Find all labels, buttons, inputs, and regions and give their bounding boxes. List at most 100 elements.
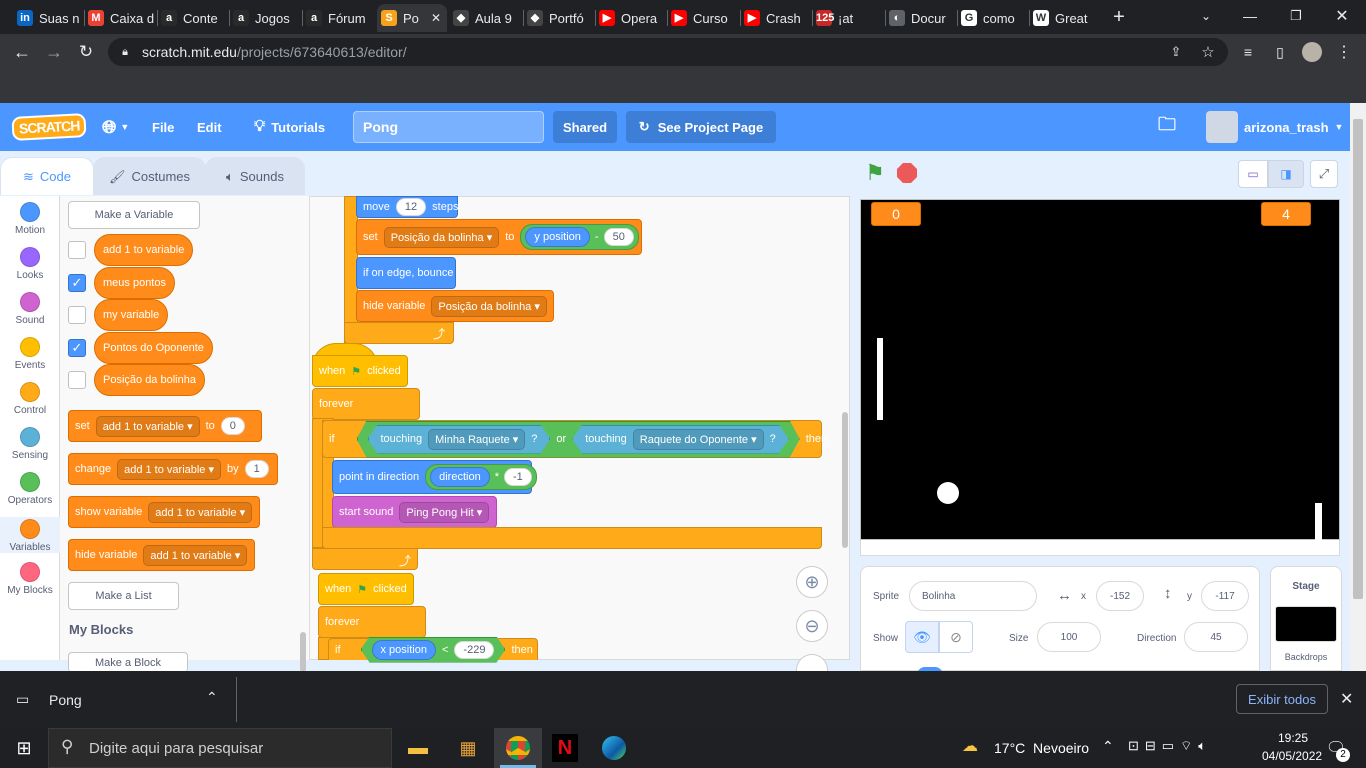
hide-variable-block[interactable]: hide variable Posição da bolinha (356, 290, 554, 322)
when-flag-clicked-block[interactable]: when ⚑ clicked (318, 573, 414, 605)
variable-dropdown[interactable]: Posição da bolinha (383, 226, 500, 248)
edge-icon[interactable] (602, 736, 626, 760)
stop-button[interactable] (897, 163, 917, 183)
category-variables[interactable]: Variables (0, 517, 60, 553)
browser-tab[interactable]: S Po ✕ (377, 4, 447, 32)
make-block-button[interactable]: Make a Block (68, 652, 188, 672)
reload-icon[interactable]: ↻ (76, 42, 96, 62)
show-hidden-button[interactable]: ⊘ (939, 621, 973, 653)
player-paddle-sprite[interactable] (877, 338, 883, 420)
variable-reporter[interactable]: add 1 to variable (94, 234, 194, 266)
bounce-block[interactable]: if on edge, bounce (356, 257, 456, 289)
close-tab-icon[interactable]: ✕ (431, 11, 441, 25)
variable-dropdown[interactable]: add 1 to variable (117, 458, 222, 480)
my-stuff-folder-icon[interactable]: 🗀 (1158, 103, 1176, 151)
make-list-button[interactable]: Make a List (68, 582, 179, 610)
move-steps-block[interactable]: move 12 steps (356, 196, 458, 218)
stage-thumbnail[interactable] (1275, 606, 1337, 642)
weather-text[interactable]: 17°C Nevoeiro (994, 740, 1089, 756)
if-then-block[interactable]: if x position < -229 then (328, 638, 538, 660)
tab-search-icon[interactable]: ⌄ (1196, 6, 1216, 26)
scratch-logo[interactable]: SCRATCH (11, 103, 87, 151)
taskbar-search-box[interactable]: ⚲ Digite aqui para pesquisar (48, 728, 392, 768)
variable-dropdown[interactable]: add 1 to variable (148, 501, 253, 523)
start-sound-block[interactable]: start sound Ping Pong Hit (332, 496, 497, 528)
value-input[interactable]: 50 (603, 228, 634, 246)
small-stage-button[interactable]: ▭ (1238, 160, 1268, 188)
x-position-reporter[interactable]: x position (372, 640, 436, 660)
multiply-operator[interactable]: direction * -1 (425, 464, 537, 490)
opponent-paddle-sprite[interactable] (1315, 503, 1322, 541)
browser-tab[interactable]: M Caixa d (84, 4, 156, 32)
point-in-direction-block[interactable]: point in direction direction * -1 (332, 460, 537, 494)
variable-dropdown[interactable]: add 1 to variable (143, 544, 248, 566)
variable-monitor-checkbox[interactable] (68, 306, 86, 324)
browser-tab[interactable]: a Fórum (302, 4, 376, 32)
side-panel-icon[interactable]: ▯ (1270, 42, 1290, 62)
touching-target-dropdown[interactable]: Raquete do Oponente (633, 429, 764, 450)
netflix-icon[interactable]: N (552, 734, 578, 762)
category-my-blocks[interactable]: My Blocks (0, 562, 60, 596)
make-variable-button[interactable]: Make a Variable (68, 201, 200, 229)
size-input[interactable]: 100 (1037, 622, 1101, 652)
variable-monitor-checkbox[interactable]: ✓ (68, 338, 86, 357)
microsoft-store-icon[interactable]: ▦ (454, 734, 482, 762)
clock-date[interactable]: 04/05/2022 (1262, 749, 1322, 763)
tray-chevron-up-icon[interactable]: ⌃ (1102, 738, 1114, 755)
y-position-reporter[interactable]: y position (525, 227, 590, 247)
category-events[interactable]: Events (0, 337, 60, 371)
sound-dropdown[interactable]: Ping Pong Hit (399, 501, 490, 523)
category-control[interactable]: Control (0, 382, 60, 416)
if-then-block[interactable]: if touchingMinha Raquete? or touchingRaq… (322, 420, 827, 458)
variable-reporter[interactable]: Posição da bolinha (94, 364, 205, 396)
notification-center-icon[interactable]: 🗨︎ 2 (1324, 736, 1350, 762)
browser-tab[interactable]: ▶ Crash (740, 4, 811, 32)
show-variable-block[interactable]: show variable add 1 to variable (68, 496, 260, 528)
tab-code[interactable]: ≋ Code (0, 157, 94, 195)
ball-sprite[interactable] (937, 482, 959, 504)
browser-tab[interactable]: a Conte (157, 4, 228, 32)
shared-button[interactable]: Shared (553, 111, 617, 143)
sprite-name-input[interactable]: Bolinha (909, 581, 1037, 611)
stage-selector-pane[interactable]: Stage Backdrops (1270, 566, 1342, 671)
zoom-out-button[interactable]: ⊖ (796, 610, 828, 642)
variable-dropdown[interactable]: Posição da bolinha (431, 295, 547, 317)
value-input[interactable]: 0 (220, 417, 245, 435)
variable-reporter[interactable]: my variable (94, 299, 169, 331)
x-position-input[interactable]: -152 (1096, 581, 1144, 611)
direction-reporter[interactable]: direction (430, 467, 490, 487)
tray-icons[interactable]: ⊡⊟▭⌔🔈︎ (1128, 738, 1212, 754)
when-flag-clicked-block[interactable]: when ⚑ clicked (312, 355, 408, 387)
tab-sounds[interactable]: 🔈︎ Sounds (205, 157, 305, 195)
project-title-input[interactable]: Pong (353, 111, 544, 143)
clock-time[interactable]: 19:25 (1278, 731, 1308, 745)
variable-monitor-checkbox[interactable] (68, 371, 86, 389)
share-icon[interactable]: ⇪ (1166, 42, 1186, 62)
zoom-in-button[interactable]: ⊕ (796, 566, 828, 598)
browser-tab[interactable]: ◐ Docur (885, 4, 956, 32)
edit-menu[interactable]: Edit (197, 103, 222, 151)
minimize-button[interactable]: — (1240, 6, 1260, 26)
file-menu[interactable]: File (152, 103, 174, 151)
or-operator[interactable]: touchingMinha Raquete? or touchingRaquet… (357, 421, 800, 458)
set-variable-block[interactable]: setPosição da bolinhatoy position-50 (356, 219, 642, 255)
category-operators[interactable]: Operators (0, 472, 60, 506)
browser-tab[interactable]: in Suas n (13, 4, 83, 32)
variable-monitor-checkbox[interactable] (68, 241, 86, 259)
forever-block[interactable]: forever (318, 606, 426, 638)
green-flag-button[interactable]: ⚑ (862, 160, 888, 186)
value-input[interactable]: -229 (454, 641, 494, 659)
windows-start-icon[interactable]: ⊞ (10, 734, 38, 762)
category-looks[interactable]: Looks (0, 247, 60, 281)
browser-tab[interactable]: ▶ Opera (595, 4, 666, 32)
value-input[interactable]: 1 (244, 460, 269, 478)
stage-canvas[interactable]: 0 4 (860, 199, 1340, 541)
restore-button[interactable]: ❐ (1286, 6, 1306, 26)
y-position-input[interactable]: -117 (1201, 581, 1249, 611)
variable-monitor-checkbox[interactable]: ✓ (68, 273, 86, 292)
change-variable-block[interactable]: changeadd 1 to variableby1 (68, 453, 278, 485)
page-scrollbar[interactable] (1350, 103, 1366, 671)
variable-reporter[interactable]: meus pontos (94, 266, 175, 299)
browser-tab[interactable]: 125 ¡at (812, 4, 884, 32)
back-icon[interactable]: ← (12, 42, 32, 62)
